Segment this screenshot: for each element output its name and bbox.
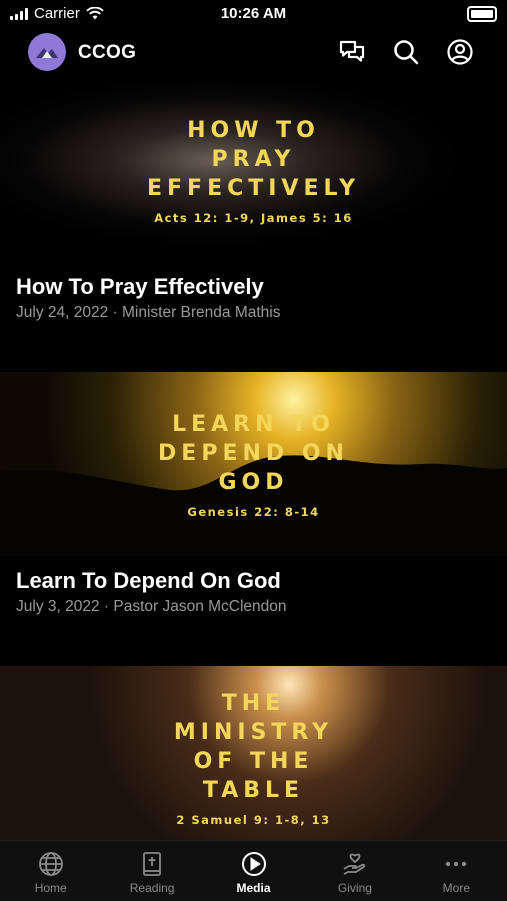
sermon-date-speaker: July 24, 2022 · Minister Brenda Mathis xyxy=(16,304,281,321)
bottom-tab-bar: Home Reading Media Giving More xyxy=(0,840,507,901)
play-circle-icon xyxy=(241,852,266,876)
thumb-title-line: EFFECTIVELY xyxy=(146,175,361,201)
giving-hand-icon xyxy=(343,853,366,875)
status-bar: Carrier 10:26 AM xyxy=(0,0,507,28)
app-title: CCOG xyxy=(78,42,137,63)
search-button[interactable] xyxy=(392,38,420,66)
media-card[interactable]: HOW TO PRAY EFFECTIVELY Acts 12: 1-9, Ja… xyxy=(0,78,507,372)
thumb-scripture-ref: Genesis 22: 8-14 xyxy=(187,504,320,519)
church-logo-avatar[interactable] xyxy=(28,33,66,71)
thumb-title-line: MINISTRY xyxy=(173,720,334,745)
thumbnail-text: LEARN TO DEPEND ON GOD Genesis 22: 8-14 xyxy=(0,372,507,556)
tab-label: Home xyxy=(34,881,67,895)
tab-label: Reading xyxy=(129,881,175,895)
card-meta[interactable]: Learn To Depend On God July 3, 2022 · Pa… xyxy=(0,556,507,666)
tab-label: More xyxy=(442,881,470,895)
card-meta[interactable]: How To Pray Effectively July 24, 2022 · … xyxy=(0,262,507,372)
thumbnail-text: HOW TO PRAY EFFECTIVELY Acts 12: 1-9, Ja… xyxy=(0,78,507,262)
thumb-title-line: PRAY xyxy=(211,146,296,172)
bible-icon xyxy=(143,852,162,876)
sermon-thumbnail[interactable]: HOW TO PRAY EFFECTIVELY Acts 12: 1-9, Ja… xyxy=(0,78,507,262)
sermon-date-speaker: July 3, 2022 · Pastor Jason McClendon xyxy=(16,598,287,615)
thumb-title-line: THE xyxy=(221,691,286,716)
globe-icon xyxy=(38,852,63,876)
thumb-title-line: DEPEND ON xyxy=(158,440,349,466)
tab-reading[interactable]: Reading xyxy=(101,841,202,901)
search-icon xyxy=(394,40,419,65)
tab-home[interactable]: Home xyxy=(0,841,101,901)
logo-icon xyxy=(36,48,58,58)
thumb-title-line: HOW TO xyxy=(187,117,320,143)
app-header: CCOG xyxy=(0,30,507,76)
thumbnail-text: THE MINISTRY OF THE TABLE 2 Samuel 9: 1-… xyxy=(0,666,507,840)
tab-label: Media xyxy=(236,881,271,895)
sermon-title: Learn To Depend On God xyxy=(16,568,281,593)
thumb-title-line: LEARN TO xyxy=(172,411,335,437)
battery-icon xyxy=(467,6,497,22)
tab-label: Giving xyxy=(337,881,372,895)
thumb-scripture-ref: 2 Samuel 9: 1-8, 13 xyxy=(176,813,331,827)
chat-bubbles-icon xyxy=(339,40,365,62)
media-card[interactable]: LEARN TO DEPEND ON GOD Genesis 22: 8-14 … xyxy=(0,372,507,666)
profile-button[interactable] xyxy=(446,38,474,66)
tab-media[interactable]: Media xyxy=(203,841,304,901)
thumb-scripture-ref: Acts 12: 1-9, James 5: 16 xyxy=(154,210,353,225)
media-card[interactable]: THE MINISTRY OF THE TABLE 2 Samuel 9: 1-… xyxy=(0,666,507,840)
thumb-title-line: TABLE xyxy=(202,778,305,803)
clock: 10:26 AM xyxy=(220,5,287,22)
messages-button[interactable] xyxy=(338,38,366,66)
more-dots-icon xyxy=(446,861,467,867)
sermon-title: How To Pray Effectively xyxy=(16,274,264,299)
sermon-thumbnail[interactable]: THE MINISTRY OF THE TABLE 2 Samuel 9: 1-… xyxy=(0,666,507,840)
sermon-thumbnail[interactable]: LEARN TO DEPEND ON GOD Genesis 22: 8-14 xyxy=(0,372,507,556)
user-circle-icon xyxy=(447,39,473,65)
thumb-title-line: GOD xyxy=(218,469,289,495)
tab-giving[interactable]: Giving xyxy=(304,841,405,901)
thumb-title-line: OF THE xyxy=(193,749,314,774)
media-feed[interactable]: HOW TO PRAY EFFECTIVELY Acts 12: 1-9, Ja… xyxy=(0,78,507,840)
tab-more[interactable]: More xyxy=(406,841,507,901)
